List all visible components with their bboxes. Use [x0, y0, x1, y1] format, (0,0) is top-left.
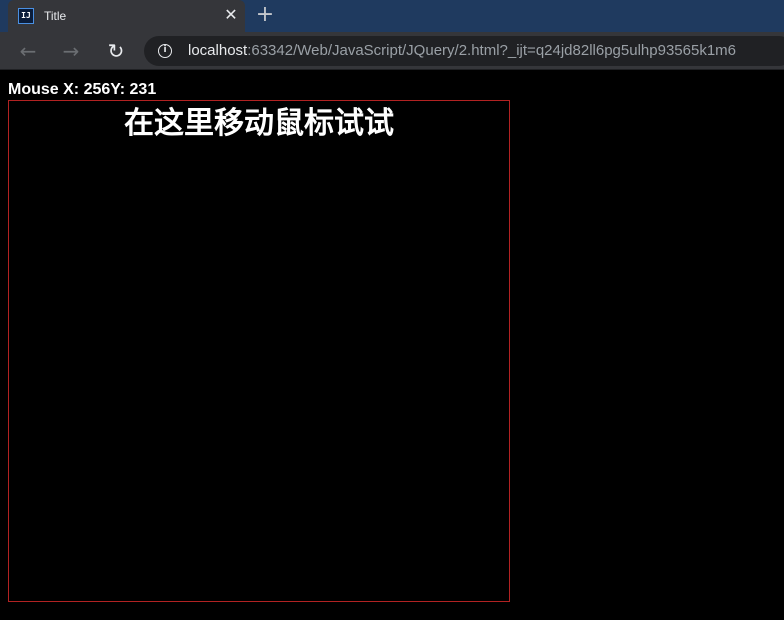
forward-arrow-icon[interactable]: →: [58, 38, 84, 64]
back-arrow-icon[interactable]: ←: [15, 38, 41, 64]
tab-strip: IJ Title ✕ +: [0, 0, 784, 32]
tab-title: Title: [44, 9, 67, 23]
tracking-area-heading: 在这里移动鼠标试试: [124, 106, 394, 141]
url-path: :63342/Web/JavaScript/JQuery/2.html?_ijt…: [247, 42, 736, 59]
page-content: Mouse X: 256Y: 231 在这里移动鼠标试试: [0, 70, 784, 620]
mouse-position-readout: Mouse X: 256Y: 231: [8, 81, 157, 98]
mouse-tracking-area[interactable]: 在这里移动鼠标试试: [8, 100, 510, 602]
address-bar[interactable]: i localhost:63342/Web/JavaScript/JQuery/…: [144, 36, 784, 66]
reload-icon[interactable]: ↻: [103, 38, 129, 64]
intellij-favicon-icon: IJ: [18, 8, 34, 24]
url-host: localhost: [188, 42, 248, 59]
browser-toolbar: ← → ↻ i localhost:63342/Web/JavaScript/J…: [0, 32, 784, 70]
new-tab-plus-icon[interactable]: +: [253, 4, 277, 28]
close-icon[interactable]: ✕: [223, 7, 239, 23]
url-text[interactable]: localhost:63342/Web/JavaScript/JQuery/2.…: [188, 43, 736, 59]
browser-tab[interactable]: IJ Title ✕: [8, 0, 245, 32]
site-info-icon[interactable]: i: [158, 44, 172, 58]
